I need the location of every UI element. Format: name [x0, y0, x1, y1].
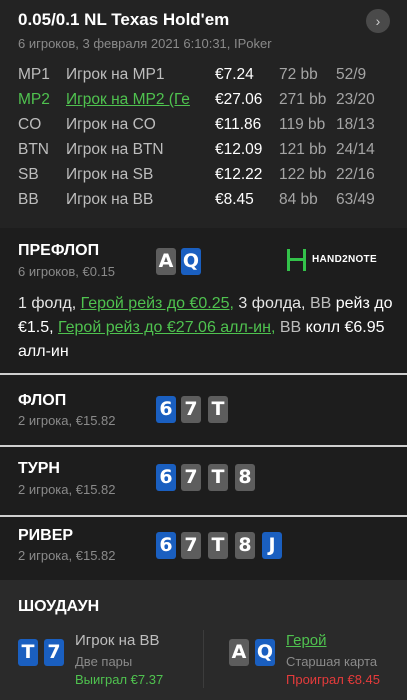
- player-position: MP1: [18, 66, 50, 83]
- board-card: 6: [156, 532, 176, 559]
- player-stack: €7.24: [215, 66, 254, 83]
- preflop-title: ПРЕФЛОП: [18, 242, 100, 259]
- hand2note-logo: HAND2NOTE: [286, 248, 377, 272]
- player-position: BTN: [18, 141, 49, 158]
- showdown-card: T: [18, 639, 38, 666]
- board-card: 6: [156, 396, 176, 423]
- board-card: T: [208, 532, 228, 559]
- player-row-hero[interactable]: MP2 Игрок на MP2 (Ге €27.06 271 bb 23/20: [18, 91, 398, 116]
- hand-subtitle: 6 игроков, 3 февраля 2021 6:10:31, IPoke…: [18, 36, 272, 51]
- showdown-title: ШОУДАУН: [18, 598, 100, 615]
- player-stack-bb: 72 bb: [279, 66, 318, 83]
- player-stats: 22/16: [336, 166, 375, 183]
- player-name[interactable]: Игрок на MP2 (Ге: [66, 91, 196, 109]
- hero-action[interactable]: Герой рейз до €27.06 алл-ин,: [58, 319, 275, 336]
- player-row[interactable]: SB Игрок на SB €12.22 122 bb 22/16: [18, 166, 398, 191]
- showdown-result-win: Выиграл €7.37: [75, 672, 164, 687]
- board-card: 6: [156, 464, 176, 491]
- player-stats: 24/14: [336, 141, 375, 158]
- player-stack: €11.86: [215, 116, 262, 133]
- showdown-player-name: Игрок на BB: [75, 632, 160, 649]
- showdown-card: A: [229, 639, 249, 666]
- player-stack: €12.22: [215, 166, 263, 183]
- turn-title: ТУРН: [18, 460, 60, 477]
- showdown-separator: [203, 630, 204, 688]
- player-position: CO: [18, 116, 42, 133]
- player-ref: BB: [279, 319, 302, 336]
- showdown-card: 7: [44, 639, 64, 666]
- player-name: Игрок на SB: [66, 166, 154, 183]
- player-row[interactable]: CO Игрок на CO €11.86 119 bb 18/13: [18, 116, 398, 141]
- players-table: MP1 Игрок на MP1 €7.24 72 bb 52/9 MP2 Иг…: [18, 66, 398, 216]
- board-card: J: [262, 532, 282, 559]
- board-card: 7: [181, 396, 201, 423]
- player-name: Игрок на BTN: [66, 141, 164, 158]
- player-row[interactable]: BTN Игрок на BTN €12.09 121 bb 24/14: [18, 141, 398, 166]
- player-stack-bb: 119 bb: [279, 116, 326, 133]
- hero-card: Q: [181, 248, 201, 275]
- river-sub: 2 игрока, €15.82: [18, 548, 116, 563]
- player-stack: €27.06: [215, 91, 263, 108]
- player-position: SB: [18, 166, 39, 183]
- action-text: 1 фолд,: [18, 295, 81, 312]
- hero-card: A: [156, 248, 176, 275]
- action-text: 3 фолда,: [233, 295, 310, 312]
- player-stats: 52/9: [336, 66, 367, 83]
- board-card: 7: [181, 464, 201, 491]
- river-section: РИВЕР 2 игрока, €15.82 6 7 T 8 J: [0, 517, 407, 580]
- hand-header: 0.05/0.1 NL Texas Hold'em 6 игроков, 3 ф…: [0, 0, 407, 228]
- player-row[interactable]: BB Игрок на BB €8.45 84 bb 63/49: [18, 191, 398, 216]
- player-stack: €12.09: [215, 141, 263, 158]
- player-name: Игрок на MP1: [66, 66, 165, 83]
- hand-title: 0.05/0.1 NL Texas Hold'em: [18, 10, 230, 29]
- board-card: 8: [235, 464, 255, 491]
- hand2note-icon: [287, 249, 306, 271]
- showdown-hero-name[interactable]: Герой: [286, 632, 327, 649]
- turn-section: ТУРН 2 игрока, €15.82 6 7 T 8: [0, 447, 407, 515]
- showdown-hand-rank: Старшая карта: [286, 654, 378, 669]
- preflop-actions: 1 фолд, Герой рейз до €0.25, 3 фолда, BB…: [18, 292, 398, 364]
- player-stack-bb: 121 bb: [279, 141, 327, 158]
- player-position: MP2: [18, 91, 50, 108]
- board-card: 7: [181, 532, 201, 559]
- hero-action[interactable]: Герой рейз до €0.25,: [81, 295, 234, 312]
- showdown-hand-rank: Две пары: [75, 654, 133, 669]
- river-title: РИВЕР: [18, 527, 74, 544]
- player-stats: 23/20: [336, 91, 375, 108]
- player-stack-bb: 122 bb: [279, 166, 327, 183]
- player-name: Игрок на CO: [66, 116, 156, 133]
- player-stats: 18/13: [336, 116, 375, 133]
- player-stack-bb: 84 bb: [279, 191, 318, 208]
- chevron-right-icon: ›: [375, 13, 381, 29]
- showdown-result-loss: Проиграл €8.45: [286, 672, 380, 687]
- flop-sub: 2 игрока, €15.82: [18, 413, 116, 428]
- player-row[interactable]: MP1 Игрок на MP1 €7.24 72 bb 52/9: [18, 66, 398, 91]
- logo-text: HAND2NOTE: [312, 254, 377, 265]
- player-stats: 63/49: [336, 191, 375, 208]
- flop-section: ФЛОП 2 игрока, €15.82 6 7 T: [0, 375, 407, 445]
- board-card: T: [208, 464, 228, 491]
- player-stack-bb: 271 bb: [279, 91, 327, 108]
- board-card: T: [208, 396, 228, 423]
- player-position: BB: [18, 191, 39, 208]
- next-hand-button[interactable]: ›: [366, 9, 390, 33]
- showdown-card: Q: [255, 639, 275, 666]
- player-name: Игрок на BB: [66, 191, 154, 208]
- flop-title: ФЛОП: [18, 392, 67, 409]
- player-stack: €8.45: [215, 191, 254, 208]
- board-card: 8: [235, 532, 255, 559]
- turn-sub: 2 игрока, €15.82: [18, 482, 116, 497]
- player-ref: BB: [309, 295, 332, 312]
- preflop-sub: 6 игроков, €0.15: [18, 264, 116, 279]
